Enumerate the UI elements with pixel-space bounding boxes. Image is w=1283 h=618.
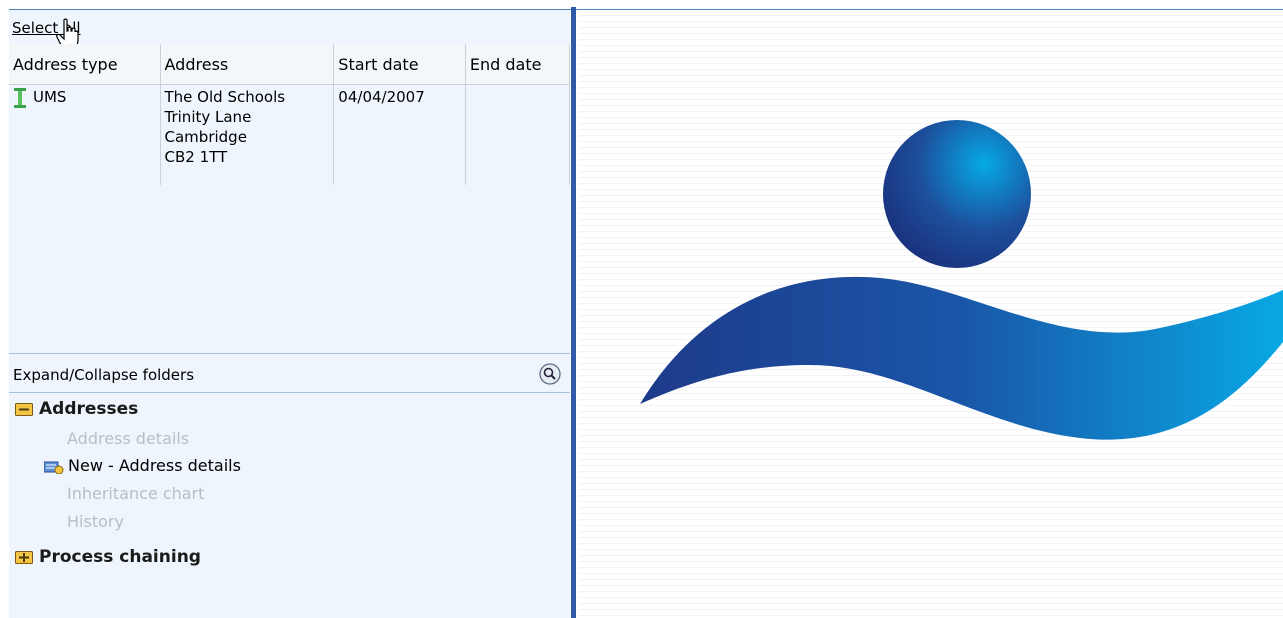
address-type-cell[interactable]: UMS bbox=[9, 84, 161, 185]
ibeam-icon bbox=[14, 87, 26, 108]
folder-addresses[interactable]: Addresses bbox=[15, 399, 138, 419]
address-line: The Old Schools bbox=[164, 88, 286, 106]
address-table: Address type Address Start date End date… bbox=[9, 44, 570, 185]
column-header-end-date[interactable]: End date bbox=[465, 44, 570, 85]
folder-collapse-icon bbox=[15, 403, 33, 416]
company-logo bbox=[640, 120, 1283, 440]
end-date-cell[interactable] bbox=[465, 84, 570, 185]
folder-expand-icon bbox=[15, 551, 33, 564]
folder-label: Process chaining bbox=[39, 547, 201, 567]
tree-item-label: New - Address details bbox=[68, 456, 241, 475]
address-line: Cambridge bbox=[164, 128, 247, 146]
start-date-cell[interactable]: 04/04/2007 bbox=[333, 84, 466, 185]
tree-item-new-address-details[interactable]: New - Address details bbox=[44, 456, 241, 475]
tree-item-inheritance-chart: Inheritance chart bbox=[67, 484, 205, 503]
tree-header: Expand/Collapse folders bbox=[9, 353, 570, 393]
folder-label: Addresses bbox=[39, 399, 139, 419]
new-record-icon bbox=[44, 461, 64, 474]
tree-item-history: History bbox=[67, 512, 124, 531]
panel-splitter[interactable] bbox=[571, 7, 576, 618]
table-header-row: Address type Address Start date End date bbox=[9, 44, 570, 85]
folder-process-chaining[interactable]: Process chaining bbox=[15, 547, 201, 567]
column-header-start-date[interactable]: Start date bbox=[333, 44, 466, 85]
address-type-value: UMS bbox=[33, 88, 67, 106]
tree-item-address-details: Address details bbox=[67, 429, 190, 448]
address-cell[interactable]: The Old Schools Trinity Lane Cambridge C… bbox=[160, 84, 335, 185]
magnifier-icon[interactable] bbox=[539, 363, 561, 385]
address-line: CB2 1TT bbox=[164, 148, 228, 166]
address-line: Trinity Lane bbox=[164, 108, 252, 126]
expand-collapse-label[interactable]: Expand/Collapse folders bbox=[13, 366, 194, 384]
table-row[interactable]: UMS The Old Schools Trinity Lane Cambrid… bbox=[9, 84, 570, 185]
column-header-address-type[interactable]: Address type bbox=[9, 44, 161, 85]
column-header-address[interactable]: Address bbox=[160, 44, 335, 85]
left-panel: Select all Address type Address Start da… bbox=[9, 10, 570, 618]
